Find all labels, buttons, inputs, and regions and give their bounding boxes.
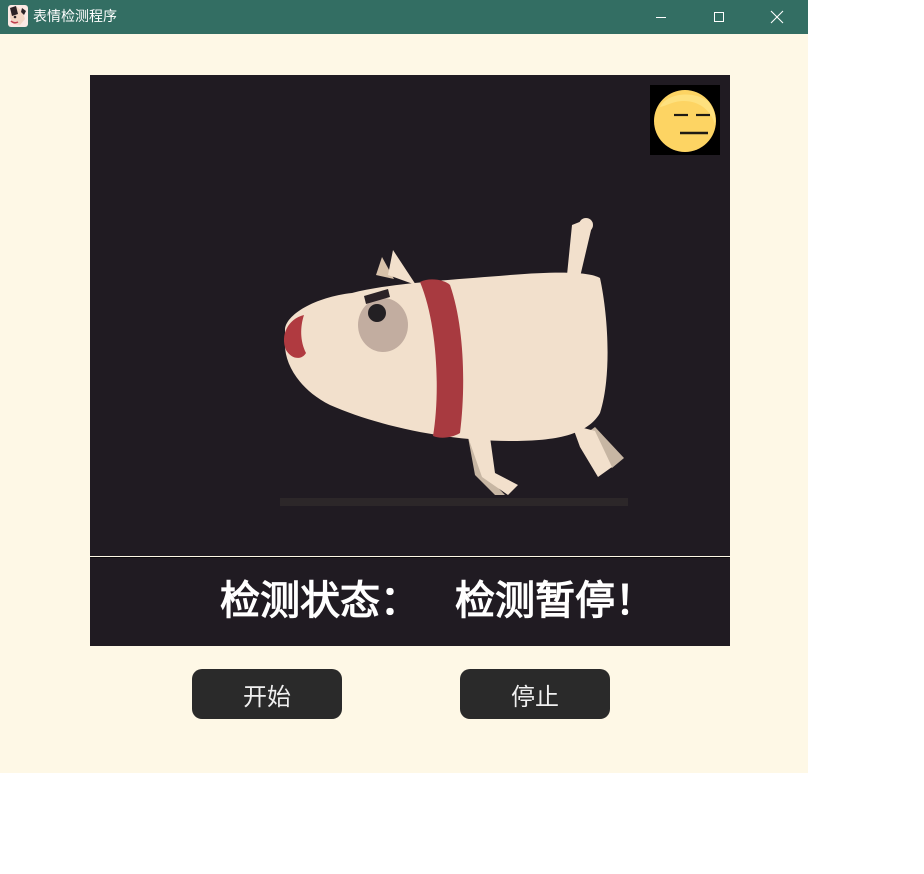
video-display [90,75,730,556]
close-button[interactable] [748,0,806,34]
title-bar[interactable]: 表情检测程序 [0,0,808,34]
ground-shadow [280,498,628,506]
window-title: 表情检测程序 [33,9,117,25]
minimize-button[interactable] [632,0,690,34]
maximize-icon [714,12,724,22]
neutral-face-emoji-icon [654,90,716,152]
emotion-indicator [650,85,720,155]
status-label: 检测状态： [220,577,420,624]
close-icon [770,10,784,24]
dog-illustration [280,218,628,506]
app-window: 表情检测程序 检测状态： 检测暂停！ 开始 停止 [0,0,808,773]
maximize-button[interactable] [690,0,748,34]
status-value: 检测暂停！ [455,577,655,624]
start-button[interactable]: 开始 [192,669,342,719]
stop-button[interactable]: 停止 [460,669,610,719]
status-panel: 检测状态： 检测暂停！ [90,557,730,646]
minimize-icon [656,17,666,18]
dog-avatar-icon [8,5,28,27]
